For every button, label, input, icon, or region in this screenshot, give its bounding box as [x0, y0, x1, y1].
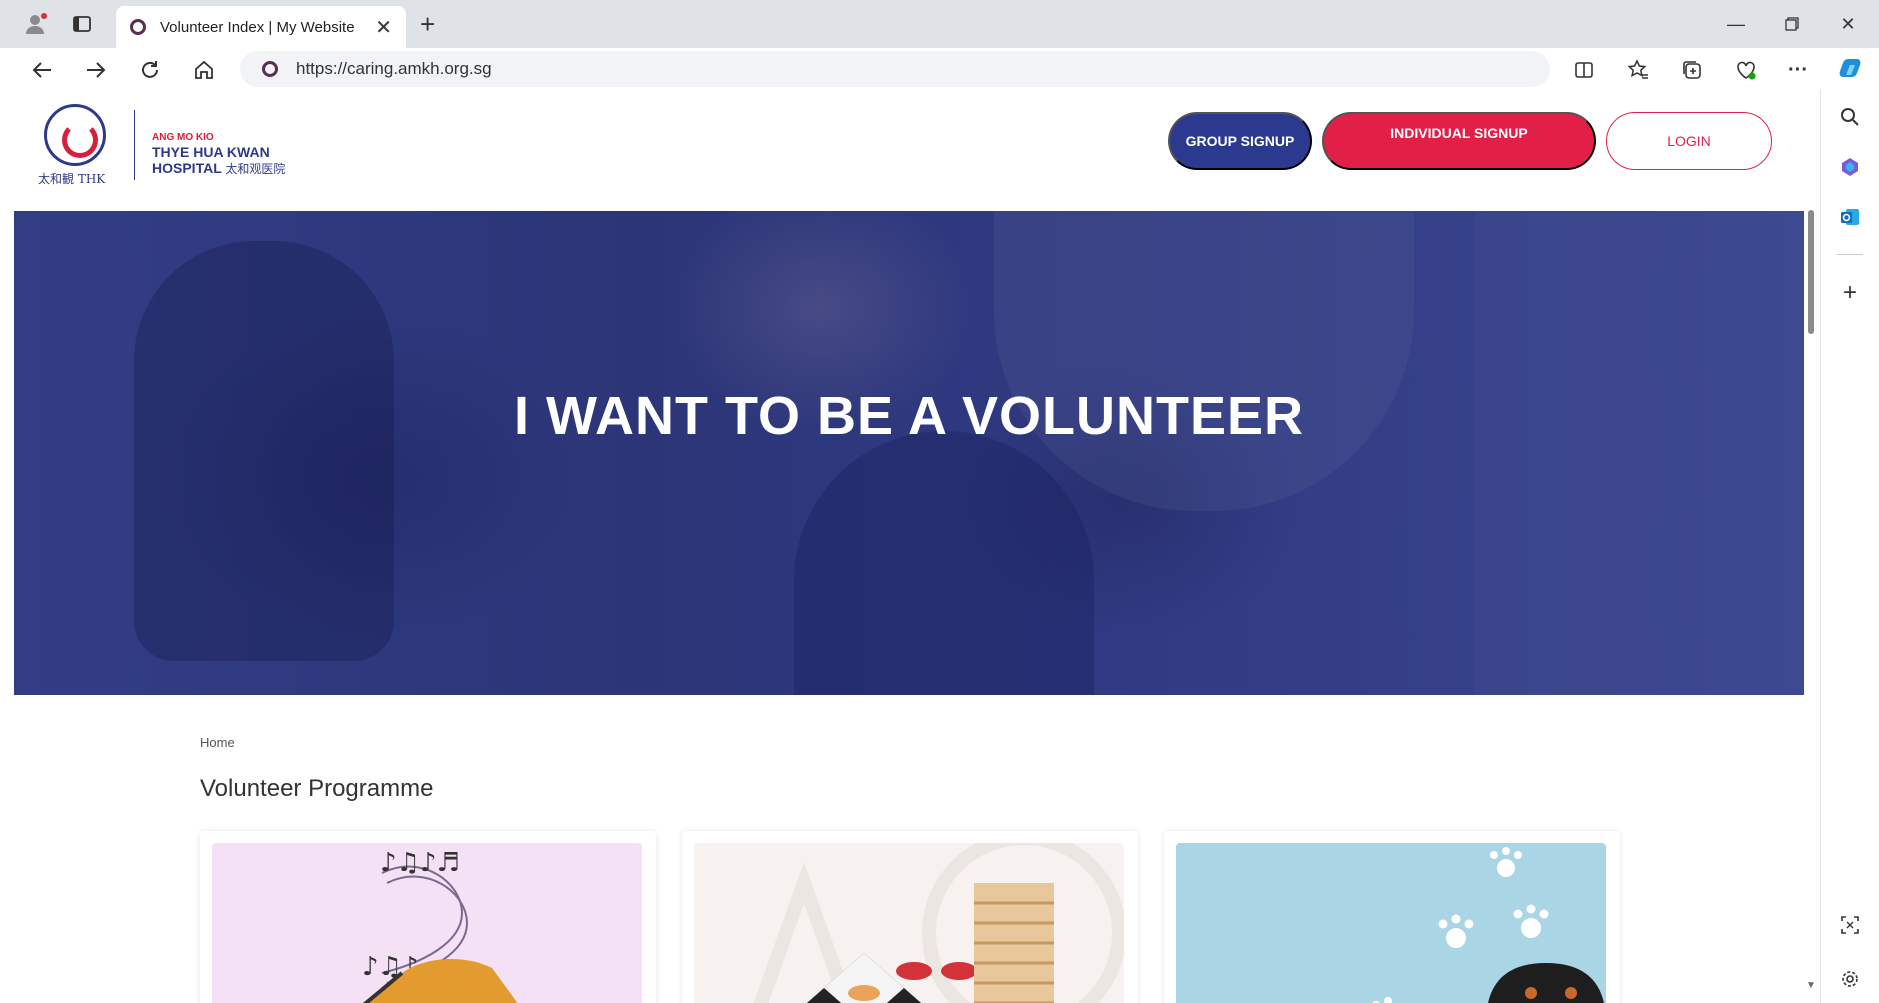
more-icon[interactable]: ··· — [1782, 54, 1814, 86]
favorites-icon[interactable] — [1622, 54, 1654, 86]
address-bar[interactable]: https://caring.amkh.org.sg — [240, 51, 1550, 87]
logo-thk-text: 太和観 THK — [38, 172, 106, 186]
board-games-image — [694, 843, 1124, 1003]
programme-card[interactable] — [1164, 831, 1620, 1003]
scrollbar-thumb[interactable] — [1808, 210, 1814, 334]
new-tab-icon[interactable]: + — [420, 10, 435, 38]
back-icon[interactable] — [26, 54, 58, 86]
home-icon[interactable] — [188, 54, 220, 86]
add-icon[interactable]: + — [1837, 279, 1863, 306]
logo-chinese-text: 太和观医院 — [225, 162, 286, 176]
tab-title: Volunteer Index | My Website — [160, 18, 355, 36]
active-tab[interactable]: Volunteer Index | My Website ✕ — [116, 6, 406, 48]
site-info-icon[interactable] — [262, 61, 278, 77]
individual-signup-button[interactable]: INDIVIDUAL SIGNUP — [1322, 112, 1596, 170]
programme-card[interactable]: ♪♫♪♬ ♪♫♪ — [200, 831, 656, 1003]
web-page: 太和観 THK ANG MO KIO THYE HUA KWAN HOSPITA… — [14, 90, 1804, 1003]
forward-icon[interactable] — [80, 54, 112, 86]
refresh-icon[interactable] — [134, 54, 166, 86]
hero-banner: I WANT TO BE A VOLUNTEER — [14, 211, 1804, 695]
search-icon[interactable] — [1837, 104, 1863, 130]
logo-line-2: THYE HUA KWAN — [152, 144, 270, 160]
outlook-icon[interactable] — [1837, 204, 1863, 230]
collections-icon[interactable] — [1676, 54, 1708, 86]
site-header: 太和観 THK ANG MO KIO THYE HUA KWAN HOSPITA… — [14, 90, 1804, 211]
logo-line-3: HOSPITAL 太和观医院 — [152, 160, 285, 177]
scroll-down-icon[interactable]: ▼ — [1806, 980, 1816, 991]
main-content: Home Volunteer Programme ♪♫♪♬ ♪♫♪ — [200, 695, 1630, 1003]
page-scrollbar[interactable]: ▼ — [1806, 210, 1816, 1003]
hero-photo-shape — [994, 211, 1414, 511]
hero-photo-shape — [1474, 211, 1804, 695]
programme-card[interactable] — [682, 831, 1138, 1003]
hero-photo-shape — [134, 241, 394, 661]
tab-actions-icon[interactable] — [68, 10, 96, 38]
hero-photo-shape — [794, 431, 1094, 695]
logo-divider — [134, 110, 135, 180]
screenshot-icon[interactable] — [1837, 912, 1863, 938]
group-signup-button[interactable]: GROUP SIGNUP — [1168, 112, 1312, 170]
sidebar-divider — [1837, 254, 1863, 255]
edge-sidebar: + — [1820, 90, 1879, 1003]
logo-emblem-icon — [44, 104, 106, 166]
copilot-app-icon[interactable] — [1837, 154, 1863, 180]
browser-toolbar: https://caring.amkh.org.sg ··· — [0, 48, 1879, 90]
browser-essentials-icon[interactable] — [1730, 54, 1762, 86]
logo-line-1: ANG MO KIO — [152, 132, 214, 143]
favicon — [130, 19, 146, 35]
hero-headline: I WANT TO BE A VOLUNTEER — [513, 386, 1305, 446]
restore-icon[interactable] — [1772, 10, 1812, 38]
section-title: Volunteer Programme — [200, 775, 434, 802]
url-text[interactable]: https://caring.amkh.org.sg — [296, 59, 492, 79]
svg-text:♪♫♪♬: ♪♫♪♬ — [380, 848, 460, 878]
close-icon[interactable]: ✕ — [375, 15, 392, 40]
profile-icon[interactable] — [22, 10, 50, 38]
logo-hospital-text: HOSPITAL — [152, 160, 222, 176]
browser-tab-bar: Volunteer Index | My Website ✕ + — ✕ — [0, 0, 1879, 48]
settings-icon[interactable] — [1837, 966, 1863, 992]
breadcrumb[interactable]: Home — [200, 735, 235, 750]
login-button[interactable]: LOGIN — [1606, 112, 1772, 170]
copilot-icon[interactable] — [1834, 54, 1866, 86]
split-screen-icon[interactable] — [1568, 54, 1600, 86]
hospital-logo[interactable]: 太和観 THK ANG MO KIO THYE HUA KWAN HOSPITA… — [38, 102, 308, 186]
music-piano-image: ♪♫♪♬ ♪♫♪ — [212, 843, 642, 1003]
window-close-icon[interactable]: ✕ — [1828, 10, 1868, 38]
pets-paw-prints-image — [1176, 843, 1606, 1003]
minimize-icon[interactable]: — — [1716, 10, 1756, 38]
